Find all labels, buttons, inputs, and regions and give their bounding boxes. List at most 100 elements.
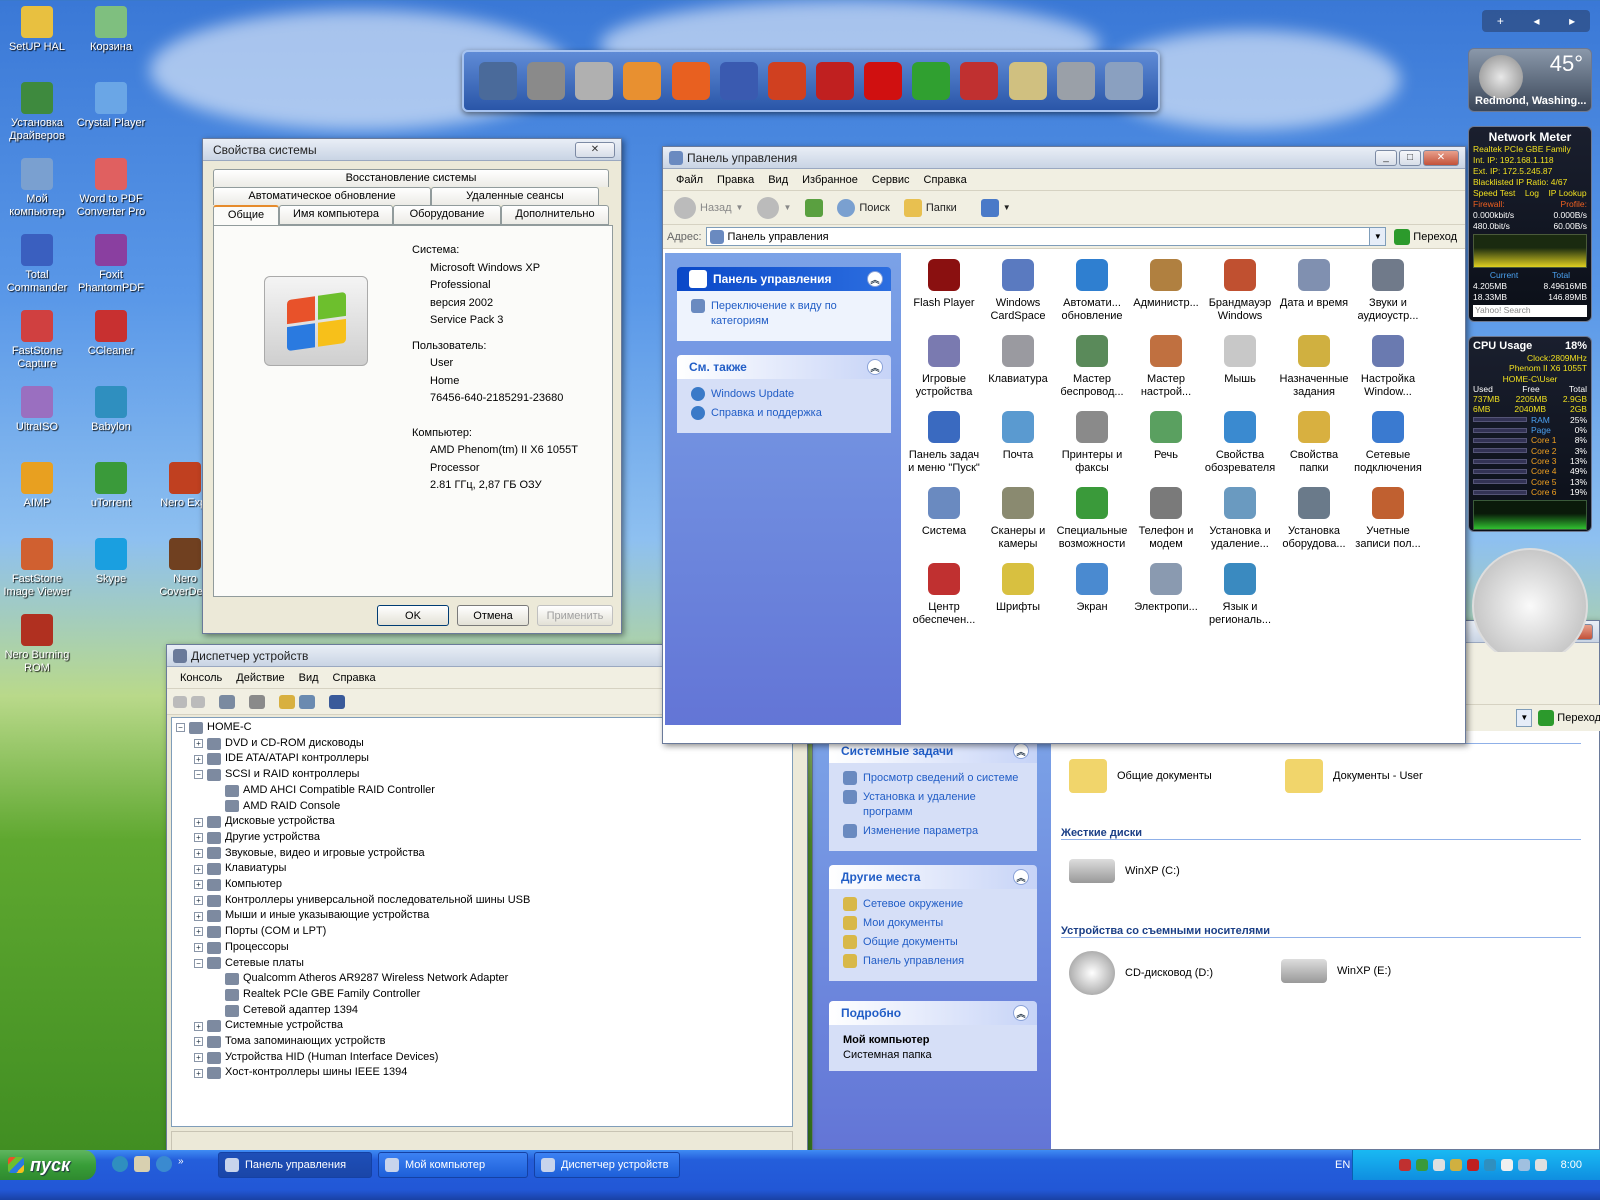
control-panel-item[interactable]: Мастер настрой... bbox=[1129, 333, 1203, 399]
ok-button[interactable]: OK bbox=[377, 605, 449, 626]
device-tree-node[interactable]: + Устройства HID (Human Interface Devices… bbox=[176, 1050, 530, 1066]
forward-arrow-icon[interactable] bbox=[191, 695, 205, 708]
collapse-icon[interactable]: ︽ bbox=[1013, 869, 1029, 885]
language-indicator[interactable]: EN bbox=[1335, 1159, 1350, 1171]
minimize-icon[interactable]: _ bbox=[1375, 149, 1397, 166]
desktop-icon[interactable]: Skype bbox=[74, 538, 148, 586]
collapse-icon[interactable]: − bbox=[176, 723, 185, 733]
dock-utorrent-icon[interactable] bbox=[912, 62, 951, 100]
tab-system-restore[interactable]: Восстановление системы bbox=[213, 169, 609, 187]
control-panel-item[interactable]: Звуки и аудиоустр... bbox=[1351, 257, 1425, 323]
control-panel-item[interactable]: Мышь bbox=[1203, 333, 1277, 399]
system-task-link[interactable]: Установка и удаление программ bbox=[843, 790, 1027, 820]
device-tree-node[interactable]: + Системные устройства bbox=[176, 1018, 530, 1034]
desktop-icon[interactable]: Nero Burning ROM bbox=[0, 614, 74, 675]
device-tree-node[interactable]: + Мыши и иные указывающие устройства bbox=[176, 908, 530, 924]
tray-app-icon[interactable] bbox=[1449, 1159, 1462, 1171]
dock-drive-icon[interactable] bbox=[527, 62, 566, 100]
dock-settings-icon[interactable] bbox=[1056, 62, 1095, 100]
expand-icon[interactable]: + bbox=[194, 1068, 203, 1078]
device-tree-node[interactable]: + Процессоры bbox=[176, 940, 530, 956]
menu-item[interactable]: Вид bbox=[761, 174, 795, 186]
control-panel-item[interactable]: Язык и региональ... bbox=[1203, 561, 1277, 627]
network-icon[interactable] bbox=[1517, 1159, 1530, 1171]
expand-icon[interactable]: + bbox=[194, 896, 203, 906]
desktop-icon[interactable]: Babylon bbox=[74, 386, 148, 434]
control-panel-item[interactable]: Панель задач и меню "Пуск" bbox=[907, 409, 981, 475]
print-icon[interactable] bbox=[249, 694, 265, 709]
switch-category-view-link[interactable]: Переключение к виду по категориям bbox=[691, 299, 881, 329]
menu-item[interactable]: Файл bbox=[669, 174, 710, 186]
dock-firefox-icon[interactable] bbox=[671, 62, 710, 100]
tab-computer-name[interactable]: Имя компьютера bbox=[279, 205, 393, 225]
expand-icon[interactable]: + bbox=[194, 927, 203, 937]
control-panel-item[interactable]: Windows CardSpace bbox=[981, 257, 1055, 323]
go-button[interactable]: Переход bbox=[1538, 710, 1600, 726]
taskbar-button[interactable]: Диспетчер устройств bbox=[534, 1152, 680, 1178]
desktop-icon[interactable]: FastStone Capture bbox=[0, 310, 74, 371]
dock-burn-icon[interactable] bbox=[767, 62, 806, 100]
close-icon[interactable]: ✕ bbox=[575, 141, 615, 158]
search-button[interactable]: Поиск bbox=[832, 195, 894, 221]
tab-hardware[interactable]: Оборудование bbox=[393, 205, 501, 225]
other-place-link[interactable]: Панель управления bbox=[843, 954, 1027, 969]
device-tree-node[interactable]: + Тома запоминающих устройств bbox=[176, 1034, 530, 1050]
device-tree-node[interactable]: Realtek PCIe GBE Family Controller bbox=[176, 987, 530, 1003]
tray-app-icon[interactable] bbox=[1415, 1159, 1428, 1171]
control-panel-item[interactable]: Учетные записи пол... bbox=[1351, 485, 1425, 551]
menu-item[interactable]: Вид bbox=[292, 672, 326, 684]
device-tree-node[interactable]: + Порты (COM и LPT) bbox=[176, 924, 530, 940]
go-button[interactable]: Переход bbox=[1390, 228, 1461, 245]
menu-item[interactable]: Правка bbox=[710, 174, 761, 186]
desktop-icon[interactable]: FastStone Image Viewer bbox=[0, 538, 74, 599]
control-panel-item[interactable]: Телефон и модем bbox=[1129, 485, 1203, 551]
desktop-icon[interactable]: AIMP bbox=[0, 462, 74, 510]
expand-icon[interactable]: + bbox=[194, 943, 203, 953]
babylon-icon[interactable] bbox=[112, 1156, 128, 1172]
control-panel-item[interactable]: Шрифты bbox=[981, 561, 1055, 627]
tray-app-icon[interactable] bbox=[1483, 1159, 1496, 1171]
collapse-icon[interactable]: ︽ bbox=[1013, 1005, 1029, 1021]
control-panel-item[interactable]: Игровые устройства bbox=[907, 333, 981, 399]
maximize-icon[interactable]: □ bbox=[1399, 149, 1421, 166]
dock-word-icon[interactable] bbox=[719, 62, 758, 100]
control-panel-item[interactable]: Клавиатура bbox=[981, 333, 1055, 399]
control-panel-item[interactable]: Экран bbox=[1055, 561, 1129, 627]
control-panel-item[interactable]: Администр... bbox=[1129, 257, 1203, 323]
close-icon[interactable]: ✕ bbox=[1423, 149, 1459, 166]
control-panel-item[interactable]: Специальные возможности bbox=[1055, 485, 1129, 551]
control-panel-item[interactable]: Свойства папки bbox=[1277, 409, 1351, 475]
control-panel-item[interactable]: Система bbox=[907, 485, 981, 551]
apply-button[interactable]: Применить bbox=[537, 605, 613, 626]
desktop-icon[interactable]: Корзина bbox=[74, 6, 148, 54]
desktop-icon[interactable]: uTorrent bbox=[74, 462, 148, 510]
control-panel-item[interactable]: Свойства обозревателя bbox=[1203, 409, 1277, 475]
control-panel-panel-header[interactable]: Панель управления ︽ bbox=[677, 267, 891, 291]
device-tree-node[interactable]: Сетевой адаптер 1394 bbox=[176, 1003, 530, 1019]
control-panel-item[interactable]: Сканеры и камеры bbox=[981, 485, 1055, 551]
volume-icon[interactable] bbox=[1534, 1159, 1547, 1171]
properties-icon[interactable] bbox=[299, 694, 315, 709]
control-panel-item[interactable]: Принтеры и факсы bbox=[1055, 409, 1129, 475]
control-panel-item[interactable]: Дата и время bbox=[1277, 257, 1351, 323]
expand-icon[interactable]: + bbox=[194, 1037, 203, 1047]
up-button[interactable] bbox=[800, 195, 828, 221]
menu-item[interactable]: Сервис bbox=[865, 174, 917, 186]
desktop-icon[interactable]: Crystal Player bbox=[74, 82, 148, 130]
system-task-link[interactable]: Просмотр сведений о системе bbox=[843, 771, 1027, 786]
tab-advanced[interactable]: Дополнительно bbox=[501, 205, 609, 225]
menu-item[interactable]: Избранное bbox=[795, 174, 865, 186]
control-panel-item[interactable]: Автомати... обновление bbox=[1055, 257, 1129, 323]
address-dropdown-icon[interactable]: ▼ bbox=[1369, 228, 1386, 245]
expand-icon[interactable]: + bbox=[194, 817, 203, 827]
see-also-link[interactable]: Windows Update bbox=[691, 387, 881, 402]
see-also-header[interactable]: См. также ︽ bbox=[677, 355, 891, 379]
tray-app-icon[interactable] bbox=[1398, 1159, 1411, 1171]
details-header[interactable]: Подробно ︽ bbox=[829, 1001, 1037, 1025]
menu-item[interactable]: Справка bbox=[917, 174, 974, 186]
dock-alcohol-icon[interactable] bbox=[864, 62, 903, 100]
desktop-icon[interactable]: Установка Драйверов bbox=[0, 82, 74, 143]
show-hide-tree-icon[interactable] bbox=[219, 694, 235, 709]
views-button[interactable]: ▼ bbox=[976, 195, 1016, 221]
expand-icon[interactable]: + bbox=[194, 1053, 203, 1063]
